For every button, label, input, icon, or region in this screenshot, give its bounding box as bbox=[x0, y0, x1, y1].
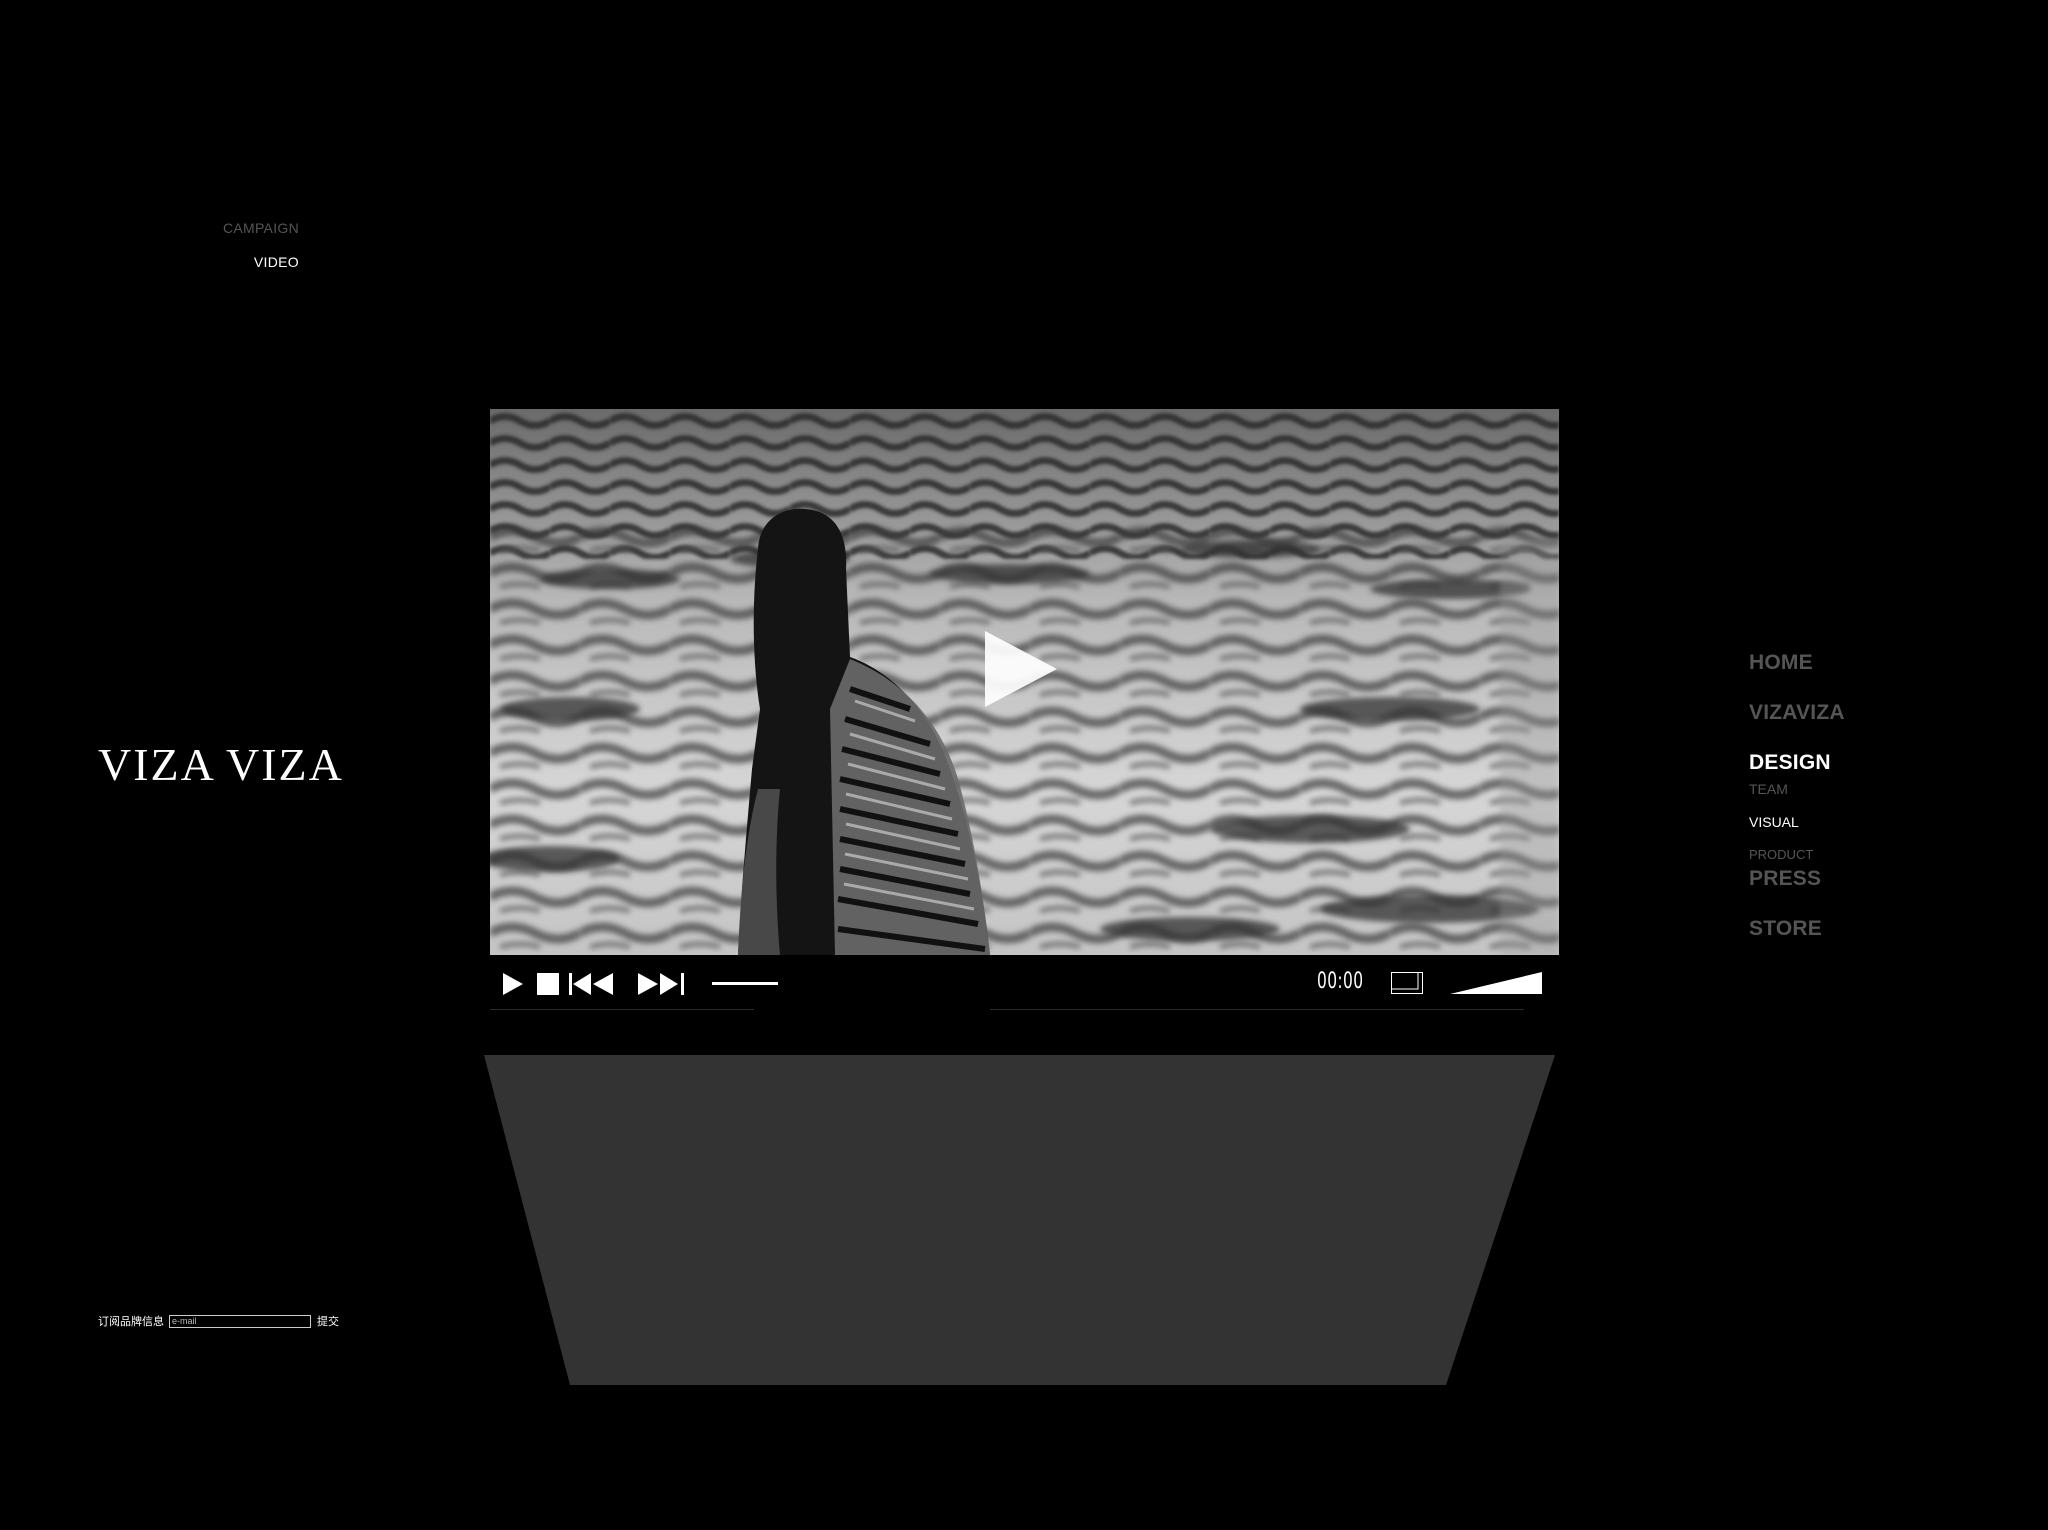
video-frame[interactable] bbox=[490, 409, 1559, 955]
play-icon[interactable] bbox=[503, 973, 523, 995]
stop-icon[interactable] bbox=[537, 973, 559, 995]
divider bbox=[490, 1009, 754, 1010]
main-navigation: HOME VIZAVIZA DESIGN TEAM VISUAL PRODUCT… bbox=[1749, 650, 1845, 942]
nav-item-vizaviza[interactable]: VIZAVIZA bbox=[1749, 700, 1845, 726]
subnav-item-campaign[interactable]: CAMPAIGN bbox=[223, 218, 299, 238]
subscribe-form: 订阅品牌信息 提交 bbox=[98, 1313, 339, 1329]
nav-subitem-product[interactable]: PRODUCT bbox=[1749, 846, 1845, 864]
nav-item-press[interactable]: PRESS bbox=[1749, 866, 1845, 892]
subscribe-label: 订阅品牌信息 bbox=[98, 1316, 164, 1328]
brand-logo[interactable]: VIZA VIZA bbox=[98, 740, 344, 790]
video-reflection bbox=[484, 1055, 1555, 1385]
divider bbox=[990, 1009, 1524, 1010]
previous-icon[interactable] bbox=[569, 973, 615, 995]
big-play-icon[interactable] bbox=[985, 631, 1057, 707]
nav-item-home[interactable]: HOME bbox=[1749, 650, 1845, 676]
nav-subitem-team[interactable]: TEAM bbox=[1749, 780, 1845, 798]
submit-button[interactable]: 提交 bbox=[317, 1313, 339, 1329]
sub-navigation: CAMPAIGN VIDEO bbox=[223, 218, 299, 286]
nav-subitem-visual[interactable]: VISUAL bbox=[1749, 813, 1845, 831]
fullscreen-icon[interactable] bbox=[1391, 972, 1423, 994]
next-icon[interactable] bbox=[638, 973, 684, 995]
page: CAMPAIGN VIDEO VIZA VIZA 00:00 HOME VIZA… bbox=[0, 0, 2048, 1530]
progress-bar[interactable] bbox=[712, 982, 778, 985]
volume-icon[interactable] bbox=[1450, 972, 1542, 994]
video-controls: 00:00 bbox=[490, 955, 1559, 1010]
subnav-item-video[interactable]: VIDEO bbox=[223, 252, 299, 272]
nav-item-design[interactable]: DESIGN bbox=[1749, 750, 1845, 776]
email-field[interactable] bbox=[169, 1314, 311, 1328]
time-display: 00:00 bbox=[1317, 969, 1364, 994]
nav-item-store[interactable]: STORE bbox=[1749, 916, 1845, 942]
